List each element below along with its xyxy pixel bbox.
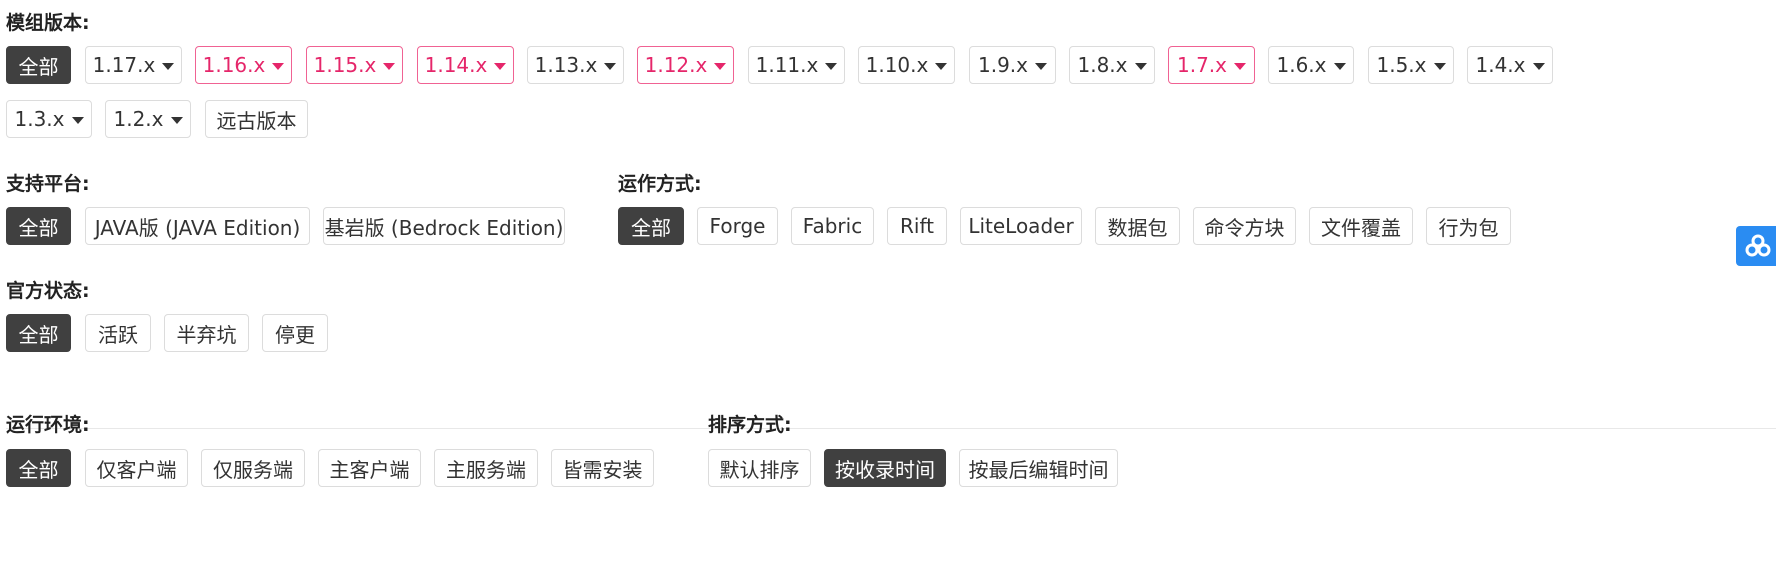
version-option-1-12[interactable]: 1.12.x: [637, 46, 734, 84]
version-option-1-14[interactable]: 1.14.x: [417, 46, 514, 84]
version-option-1-15[interactable]: 1.15.x: [306, 46, 403, 84]
environment-option-server-only[interactable]: 仅服务端: [201, 449, 305, 487]
version-option-1-10[interactable]: 1.10.x: [858, 46, 955, 84]
version-option-1-3[interactable]: 1.3.x: [6, 100, 92, 138]
environment-option-main-server[interactable]: 主服务端: [434, 449, 538, 487]
caret-down-icon: [935, 62, 948, 70]
runtime-option-datapack[interactable]: 数据包: [1095, 207, 1180, 245]
platform-filter-label: 支持平台:: [6, 173, 90, 195]
runtime-option-all[interactable]: 全部: [618, 207, 684, 245]
runtime-option-command-block[interactable]: 命令方块: [1193, 207, 1296, 245]
version-option-1-8[interactable]: 1.8.x: [1069, 46, 1155, 84]
status-filter-label: 官方状态:: [6, 280, 90, 302]
caret-down-icon: [162, 62, 175, 70]
version-option-1-13[interactable]: 1.13.x: [527, 46, 624, 84]
environment-option-client-only[interactable]: 仅客户端: [85, 449, 188, 487]
version-filter-label: 模组版本:: [6, 12, 90, 34]
version-option-1-5[interactable]: 1.5.x: [1368, 46, 1454, 84]
environment-option-all[interactable]: 全部: [6, 449, 71, 487]
runtime-option-liteloader[interactable]: LiteLoader: [960, 207, 1082, 245]
caret-down-icon: [1433, 62, 1446, 70]
caret-down-icon: [1234, 62, 1246, 70]
caret-down-icon: [71, 116, 84, 124]
sort-option-by-last-edit[interactable]: 按最后编辑时间: [959, 449, 1118, 487]
caret-down-icon: [494, 62, 507, 70]
caret-down-icon: [383, 62, 396, 70]
version-option-ancient[interactable]: 远古版本: [205, 100, 308, 138]
caret-down-icon: [604, 62, 617, 70]
platform-option-bedrock[interactable]: 基岩版 (Bedrock Edition): [323, 207, 565, 245]
caret-down-icon: [272, 62, 285, 70]
runtime-option-file-override[interactable]: 文件覆盖: [1309, 207, 1413, 245]
version-option-1-9[interactable]: 1.9.x: [969, 46, 1056, 84]
baidu-cloud-icon[interactable]: [1736, 226, 1776, 266]
version-option-1-17[interactable]: 1.17.x: [85, 46, 182, 84]
caret-down-icon: [1035, 62, 1047, 70]
version-option-1-11[interactable]: 1.11.x: [748, 46, 845, 84]
caret-down-icon: [1532, 62, 1545, 70]
version-option-all[interactable]: 全部: [6, 46, 71, 84]
runtime-option-rift[interactable]: Rift: [887, 207, 947, 245]
cloud-rings-icon: [1745, 234, 1771, 257]
status-option-semi-abandoned[interactable]: 半弃坑: [164, 314, 249, 352]
platform-option-all[interactable]: 全部: [6, 207, 71, 245]
caret-down-icon: [714, 62, 727, 70]
sort-option-by-added-time[interactable]: 按收录时间: [824, 449, 946, 487]
runtime-filter-label: 运作方式:: [618, 173, 702, 195]
runtime-option-forge[interactable]: Forge: [697, 207, 778, 245]
caret-down-icon: [825, 62, 838, 70]
version-option-1-7[interactable]: 1.7.x: [1168, 46, 1255, 84]
version-option-1-2[interactable]: 1.2.x: [105, 100, 191, 138]
sort-label: 排序方式:: [708, 414, 792, 436]
version-option-1-6[interactable]: 1.6.x: [1268, 46, 1354, 84]
status-option-active[interactable]: 活跃: [85, 314, 151, 352]
runtime-option-behavior-pack[interactable]: 行为包: [1426, 207, 1511, 245]
caret-down-icon: [170, 116, 183, 124]
section-divider: [6, 428, 1776, 429]
status-option-all[interactable]: 全部: [6, 314, 71, 352]
status-option-discontinued[interactable]: 停更: [262, 314, 328, 352]
platform-option-java[interactable]: JAVA版 (JAVA Edition): [85, 207, 310, 245]
runtime-option-fabric[interactable]: Fabric: [791, 207, 874, 245]
environment-filter-label: 运行环境:: [6, 414, 90, 436]
version-option-1-4[interactable]: 1.4.x: [1467, 46, 1553, 84]
caret-down-icon: [1333, 62, 1346, 70]
caret-down-icon: [1134, 62, 1147, 70]
sort-option-default[interactable]: 默认排序: [708, 449, 811, 487]
version-option-1-16[interactable]: 1.16.x: [195, 46, 292, 84]
environment-option-both[interactable]: 皆需安装: [551, 449, 654, 487]
environment-option-main-client[interactable]: 主客户端: [318, 449, 421, 487]
